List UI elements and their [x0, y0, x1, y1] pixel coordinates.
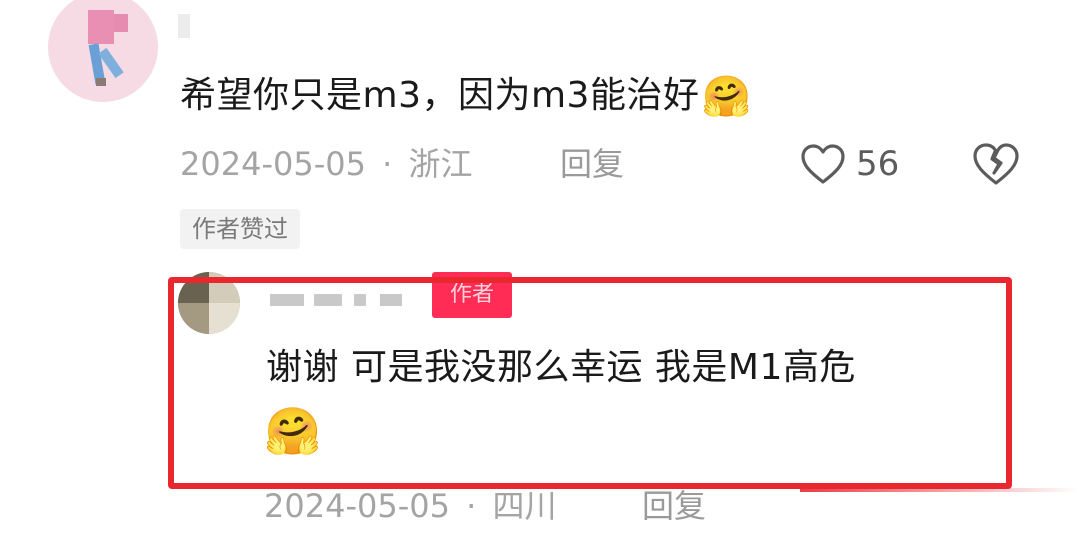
blur-block — [314, 294, 342, 306]
avatar-figure-part — [114, 14, 128, 32]
blurred-author-name — [266, 288, 416, 314]
comment-text-row: 希望你只是m3，因为m3能治好🤗 — [180, 72, 752, 120]
hugging-face-emoji-icon: 🤗 — [264, 404, 322, 458]
avatar-figure-part — [96, 78, 106, 86]
comment-date: 2024-05-05 — [180, 145, 366, 183]
author-tag-badge: 作者 — [432, 272, 512, 318]
heart-outline-icon — [801, 144, 845, 184]
reply-text: 谢谢 可是我没那么幸运 我是M1高危 — [266, 347, 856, 388]
blur-block — [380, 294, 402, 306]
blur-block — [270, 294, 304, 306]
blurred-username — [178, 14, 190, 38]
comment-location: 浙江 — [408, 145, 473, 183]
blur-block — [354, 294, 366, 306]
comment-meta: 2024-05-05 · 浙江 — [180, 140, 473, 188]
meta-separator: · — [466, 487, 477, 525]
hugging-face-emoji-icon: 🤗 — [701, 74, 752, 120]
commenter-avatar[interactable] — [48, 0, 158, 102]
reply-button[interactable]: 回复 — [642, 482, 706, 530]
reply-button[interactable]: 回复 — [560, 140, 624, 188]
avatar-pixel — [178, 272, 209, 303]
highlight-fade-stroke — [800, 488, 1078, 492]
author-avatar[interactable] — [178, 272, 240, 334]
like-button[interactable]: 56 — [800, 140, 899, 188]
reply-date: 2024-05-05 — [264, 487, 450, 525]
avatar-figure-part — [88, 10, 114, 44]
reply-location: 四川 — [492, 487, 557, 525]
meta-separator: · — [382, 145, 393, 183]
avatar-pixel — [178, 303, 209, 334]
reply-meta: 2024-05-05 · 四川 — [264, 482, 557, 530]
comment-text: 希望你只是m3，因为m3能治好 — [180, 75, 700, 116]
like-count: 56 — [856, 144, 900, 184]
author-liked-badge: 作者赞过 — [180, 209, 300, 249]
dislike-button[interactable] — [972, 140, 1020, 188]
broken-heart-icon — [973, 143, 1019, 185]
avatar-pixel — [209, 272, 240, 303]
avatar-pixel — [209, 303, 240, 334]
